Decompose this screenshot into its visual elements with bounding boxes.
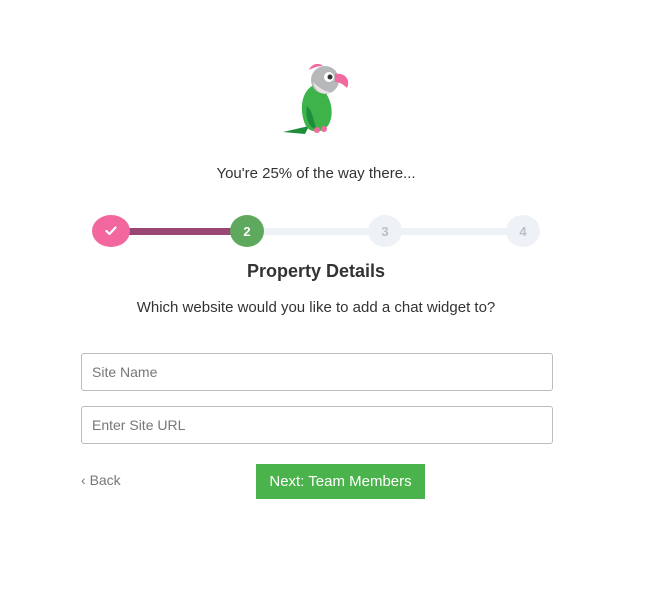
stepper-track-completed (112, 228, 242, 235)
step-1-complete (92, 215, 130, 247)
progress-stepper: 2 3 4 (92, 214, 542, 248)
next-team-members-button[interactable]: Next: Team Members (256, 464, 425, 499)
back-label: Back (89, 472, 121, 488)
check-icon (105, 224, 117, 239)
site-url-input[interactable] (81, 406, 553, 444)
page-title: Property Details (246, 261, 386, 281)
back-link[interactable]: ‹ Back (81, 472, 121, 488)
progress-text: You're 25% of the way there... (216, 165, 416, 182)
page-subtitle: Which website would you like to add a ch… (136, 299, 496, 316)
step-4: 4 (506, 215, 540, 247)
site-name-input[interactable] (81, 353, 553, 391)
parrot-logo-icon (279, 62, 355, 140)
step-3: 3 (368, 215, 402, 247)
chevron-left-icon: ‹ (81, 472, 90, 488)
step-2-current: 2 (230, 215, 264, 247)
